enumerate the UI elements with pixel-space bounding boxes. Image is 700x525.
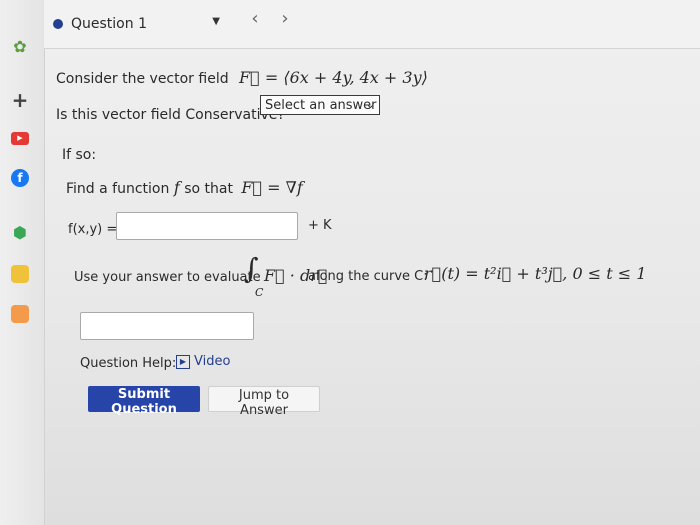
f-label: f(x,y) = — [68, 222, 118, 237]
video-icon: ▶ — [176, 354, 190, 369]
video-label: Video — [194, 354, 231, 369]
find-prompt-f: f — [173, 178, 180, 197]
evaluate-prompt: Use your answer to evaluate — [74, 270, 261, 285]
intro-label: Consider the vector field — [56, 71, 229, 87]
intro-text: Consider the vector field F⃗ = ⟨6x + 4y,… — [56, 68, 428, 87]
find-prompt-post: so that — [184, 181, 233, 197]
conservative-select[interactable]: Select an answer ⌄ — [260, 95, 380, 115]
vector-field-expression: F⃗ = ⟨6x + 4y, 4x + 3y⟩ — [239, 68, 428, 87]
plus-k-label: + K — [308, 218, 332, 233]
question-help-label: Question Help: — [80, 356, 177, 371]
curve-expression: r⃗(t) = t²i⃗ + t³j⃗, 0 ≤ t ≤ 1 — [424, 264, 647, 283]
integral-answer-input[interactable] — [80, 312, 254, 340]
f-answer-input[interactable] — [116, 212, 298, 240]
integral-symbol: ∫ — [244, 252, 259, 285]
question-content: Consider the vector field F⃗ = ⟨6x + 4y,… — [0, 0, 700, 525]
if-so-label: If so: — [62, 147, 97, 163]
integral-subscript: C — [255, 286, 264, 299]
video-link[interactable]: ▶ Video — [176, 354, 230, 369]
find-function-prompt: Find a function f so that F⃗ = ∇f — [66, 178, 303, 197]
submit-question-button[interactable]: Submit Question — [88, 386, 200, 417]
conservative-question: Is this vector field Conservative? — [56, 107, 285, 123]
find-prompt-pre: Find a function — [66, 181, 170, 197]
curve-label: along the curve C: — [308, 269, 428, 284]
jump-to-answer-button[interactable]: Jump to Answer — [208, 386, 320, 418]
chevron-down-icon: ⌄ — [365, 98, 375, 111]
gradient-relation: F⃗ = ∇f — [241, 178, 303, 197]
select-value: Select an answer — [265, 97, 377, 113]
